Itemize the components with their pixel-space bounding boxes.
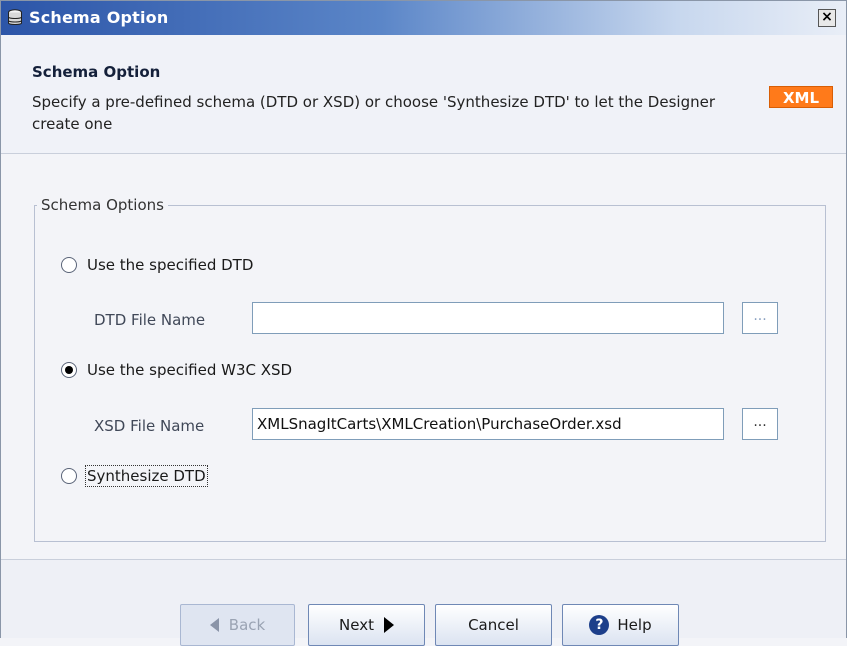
help-icon: ? [589,615,610,635]
close-icon[interactable]: × [818,9,836,27]
cancel-label: Cancel [468,616,519,634]
wizard-footer: Back Next Cancel ? Help [1,559,846,646]
help-label: Help [617,616,652,634]
xsd-browse-button[interactable]: ... [742,408,778,440]
radio-label-xsd: Use the specified W3C XSD [87,361,293,379]
cancel-button[interactable]: Cancel [435,604,552,646]
xsd-file-name-label: XSD File Name [94,417,205,435]
arrow-right-icon [383,617,394,633]
close-glyph: × [821,9,833,25]
schema-option-dialog: Schema Option × Schema Option Specify a … [0,0,847,646]
database-icon [8,9,22,25]
window-title: Schema Option [29,8,169,27]
arrow-left-icon [209,618,219,632]
radio-use-xsd[interactable]: Use the specified W3C XSD [61,361,292,379]
wizard-header: Schema Option Specify a pre-defined sche… [1,35,846,154]
dtd-file-name-label: DTD File Name [94,311,206,329]
help-button[interactable]: ? Help [562,604,679,646]
radio-button-synthesize[interactable] [61,468,77,484]
radio-label-synthesize: Synthesize DTD [85,465,208,487]
back-button[interactable]: Back [180,604,295,646]
dtd-browse-button[interactable]: ... [742,302,778,334]
dtd-file-name-input[interactable] [252,302,724,334]
title-bar[interactable]: Schema Option × [1,1,846,35]
group-legend: Schema Options [37,196,168,214]
next-button[interactable]: Next [308,604,425,646]
radio-synthesize-dtd[interactable]: Synthesize DTD [61,465,208,487]
xsd-file-name-input[interactable]: XMLSnagItCarts\XMLCreation\PurchaseOrder… [252,408,724,440]
xml-badge-icon: XML [769,86,833,108]
next-label: Next [339,616,374,634]
radio-button-xsd[interactable] [61,362,77,378]
back-label: Back [228,616,266,634]
radio-use-dtd[interactable]: Use the specified DTD [61,256,253,274]
radio-button-dtd[interactable] [61,257,77,273]
header-description: Specify a pre-defined schema (DTD or XSD… [32,93,715,133]
radio-label-dtd: Use the specified DTD [87,256,254,274]
header-title: Schema Option [32,63,161,81]
